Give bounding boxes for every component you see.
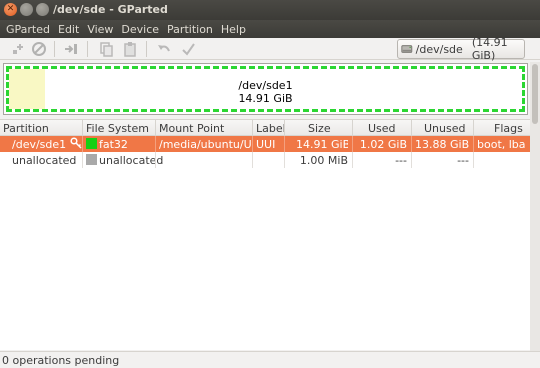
header-flags[interactable]: Flags: [494, 122, 523, 135]
cell-partition: unallocated: [12, 154, 77, 167]
new-partition-icon[interactable]: [10, 41, 26, 57]
menu-help[interactable]: Help: [217, 20, 250, 38]
disk-map: /dev/sde1 14.91 GiB: [3, 63, 528, 115]
cell-separator: [352, 136, 353, 152]
header-mount-point[interactable]: Mount Point: [159, 122, 224, 135]
delete-icon[interactable]: [31, 41, 47, 57]
window-title: /dev/sde - GParted: [53, 3, 168, 16]
header-partition[interactable]: Partition: [3, 122, 49, 135]
column-separator: [155, 120, 156, 135]
cell-separator: [82, 136, 83, 152]
table-header: Partition File System Mount Point Label …: [0, 119, 530, 136]
cell-separator: [155, 136, 156, 152]
menu-partition[interactable]: Partition: [163, 20, 217, 38]
minimize-button[interactable]: [20, 3, 33, 16]
cell-separator: [284, 152, 285, 168]
cell-separator: [473, 136, 474, 152]
cell-separator: [82, 152, 83, 168]
partition-table: Partition File System Mount Point Label …: [0, 119, 530, 168]
cell-unused: ---: [457, 154, 469, 167]
resize-move-icon[interactable]: [63, 41, 79, 57]
column-separator: [82, 120, 83, 135]
cell-separator: [155, 152, 156, 168]
header-used[interactable]: Used: [368, 122, 396, 135]
menu-gparted[interactable]: GParted: [2, 20, 54, 38]
column-separator: [473, 120, 474, 135]
cell-separator: [284, 136, 285, 152]
hard-drive-icon: [401, 45, 413, 53]
key-icon: [70, 137, 82, 149]
scrollbar-thumb[interactable]: [532, 64, 538, 124]
column-separator: [284, 120, 285, 135]
undo-icon[interactable]: [156, 41, 172, 57]
cell-size: 14.91 GiB: [296, 138, 348, 151]
header-file-system[interactable]: File System: [86, 122, 149, 135]
column-separator: [352, 120, 353, 135]
cell-partition: /dev/sde1: [12, 138, 67, 151]
close-button[interactable]: ✕: [4, 3, 17, 16]
title-bar: ✕ /dev/sde - GParted: [0, 0, 540, 20]
toolbar-separator: [87, 41, 88, 57]
cell-used: 1.02 GiB: [359, 138, 407, 151]
partition-block[interactable]: /dev/sde1 14.91 GiB: [6, 66, 525, 112]
cell-separator: [252, 136, 253, 152]
column-separator: [411, 120, 412, 135]
menu-edit[interactable]: Edit: [54, 20, 83, 38]
cell-file-system: fat32: [99, 138, 128, 151]
table-row[interactable]: unallocated unallocated 1.00 MiB --- ---: [0, 152, 530, 168]
cell-separator: [473, 152, 474, 168]
cell-label: UUI: [256, 138, 276, 151]
status-text: 0 operations pending: [2, 354, 120, 367]
fs-color-swatch: [86, 154, 97, 165]
cell-mount-point: /media/ubuntu/UUI: [159, 138, 251, 151]
menu-view[interactable]: View: [83, 20, 117, 38]
vertical-scrollbar[interactable]: [530, 62, 540, 352]
cell-used: ---: [395, 154, 407, 167]
cell-separator: [411, 152, 412, 168]
paste-icon[interactable]: [122, 41, 138, 57]
menu-bar: GParted Edit View Device Partition Help: [0, 20, 540, 38]
cell-separator: [252, 152, 253, 168]
cell-file-system: unallocated: [99, 154, 164, 167]
device-name: /dev/sde: [415, 42, 463, 56]
maximize-button[interactable]: [36, 3, 49, 16]
menu-device[interactable]: Device: [117, 20, 163, 38]
disk-map-partition-size: 14.91 GiB: [238, 92, 293, 105]
header-unused[interactable]: Unused: [424, 122, 465, 135]
cell-separator: [352, 152, 353, 168]
apply-icon[interactable]: [180, 41, 196, 57]
header-size[interactable]: Size: [308, 122, 331, 135]
device-size: (14.91 GiB): [471, 36, 508, 62]
header-label[interactable]: Label: [256, 122, 286, 135]
partition-list-background: [0, 168, 530, 350]
table-row[interactable]: /dev/sde1 fat32 /media/ubuntu/UUI UUI 14…: [0, 136, 530, 152]
status-bar: 0 operations pending: [0, 351, 540, 368]
cell-size: 1.00 MiB: [299, 154, 348, 167]
copy-icon[interactable]: [98, 41, 114, 57]
cell-separator: [411, 136, 412, 152]
fs-color-swatch: [86, 138, 97, 149]
disk-map-partition-name: /dev/sde1: [238, 79, 293, 92]
column-separator: [252, 120, 253, 135]
toolbar-separator: [54, 41, 55, 57]
toolbar-separator: [146, 41, 147, 57]
cell-flags: boot, lba: [477, 138, 526, 151]
cell-unused: 13.88 GiB: [415, 138, 469, 151]
device-selector[interactable]: /dev/sde (14.91 GiB): [397, 36, 525, 62]
